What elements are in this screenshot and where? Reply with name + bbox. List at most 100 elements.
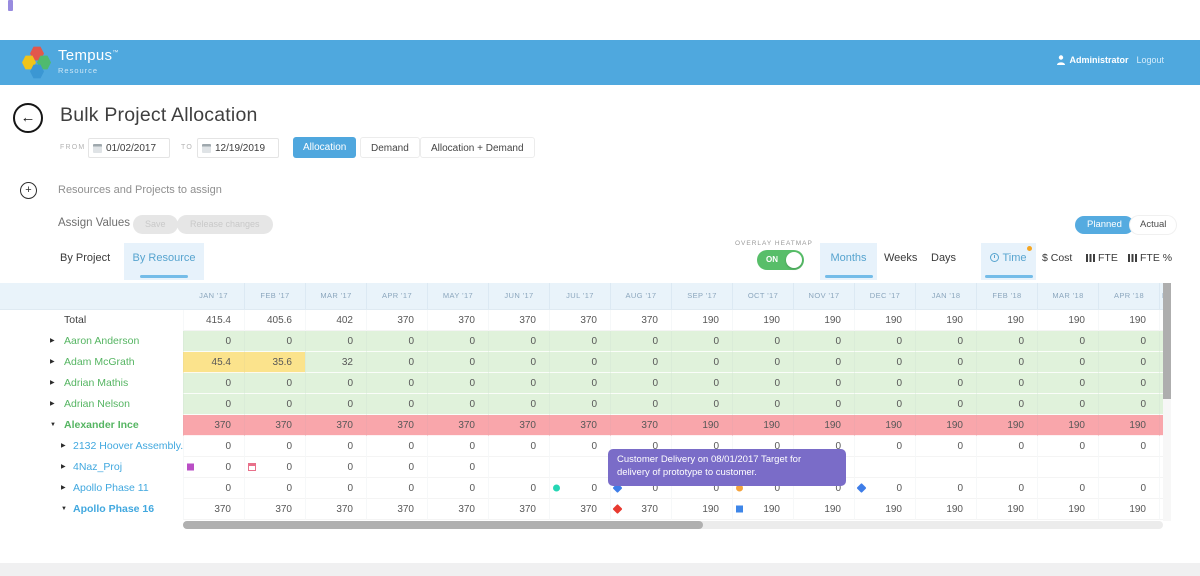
grid-cell[interactable]: 0 [1098,373,1159,394]
expand-arrow-icon[interactable]: ▶ [61,436,66,457]
release-changes-button[interactable]: Release changes [177,215,273,234]
grid-cell[interactable]: 0 [305,478,366,499]
vertical-scrollbar-thumb[interactable] [1163,283,1171,399]
grid-cell[interactable]: 0 [1037,373,1098,394]
grid-cell[interactable]: 0 [244,436,305,457]
grid-cell[interactable]: 0 [976,373,1037,394]
milestone-square-icon[interactable] [187,463,194,471]
planned-toggle[interactable]: Planned [1075,216,1134,234]
grid-cell[interactable]: 0 [610,331,671,352]
heatmap-toggle[interactable]: ON [757,250,804,270]
vertical-scrollbar[interactable] [1163,283,1171,521]
grid-cell[interactable]: 190 [854,415,915,436]
milestone-diamond-icon[interactable] [612,504,623,514]
grid-cell[interactable]: 0 [854,478,915,499]
to-date-field[interactable] [197,138,279,158]
expand-arrow-icon[interactable]: ▶ [61,478,66,499]
grid-cell[interactable]: 190 [854,310,915,331]
grid-cell[interactable]: 0 [427,478,488,499]
grid-cell[interactable]: 35.6 [244,352,305,373]
grid-cell[interactable]: 0 [366,436,427,457]
grid-cell[interactable]: 0 [854,436,915,457]
grid-cell[interactable]: 370 [183,415,244,436]
grid-cell[interactable]: 0 [976,331,1037,352]
grid-cell[interactable]: 0 [366,373,427,394]
grid-cell[interactable]: 0 [244,331,305,352]
expand-arrow-icon[interactable]: ▶ [50,352,55,373]
grid-cell[interactable]: 0 [427,457,488,478]
grid-cell[interactable]: 0 [915,478,976,499]
grid-cell[interactable]: 0 [366,478,427,499]
grid-cell[interactable]: 370 [244,415,305,436]
grid-cell[interactable]: 370 [427,415,488,436]
grid-cell[interactable]: 370 [610,499,671,520]
grid-cell[interactable]: 190 [671,415,732,436]
grid-cell[interactable]: 32 [305,352,366,373]
grid-cell[interactable]: 0 [976,436,1037,457]
grid-cell[interactable]: 0 [427,394,488,415]
grid-cell[interactable]: 0 [366,394,427,415]
grid-cell[interactable]: 0 [1037,352,1098,373]
grid-cell[interactable]: 190 [976,415,1037,436]
grid-cell[interactable]: 0 [549,394,610,415]
grid-cell[interactable]: 0 [732,331,793,352]
expand-arrow-icon[interactable]: ▶ [50,373,55,394]
grid-cell[interactable]: 0 [732,373,793,394]
milestone-calendar-icon[interactable] [248,463,256,471]
tab-months[interactable]: Months [820,243,877,280]
grid-cell[interactable]: 190 [732,499,793,520]
grid-cell[interactable]: 190 [732,310,793,331]
calendar-icon[interactable] [202,143,211,153]
grid-cell[interactable]: 0 [976,478,1037,499]
grid-cell[interactable]: 190 [854,499,915,520]
grid-cell[interactable]: 0 [610,394,671,415]
grid-cell[interactable]: 0 [1037,478,1098,499]
calendar-icon[interactable] [93,143,102,153]
tab-cost[interactable]: $ Cost [1042,252,1072,264]
grid-cell[interactable]: 370 [610,310,671,331]
row-label[interactable]: ▼ Apollo Phase 16 [0,499,183,520]
grid-cell[interactable]: 0 [793,394,854,415]
tab-fte-percent[interactable]: FTE % [1128,252,1172,264]
grid-cell[interactable]: 0 [305,457,366,478]
mode-demand-button[interactable]: Demand [360,137,420,158]
save-button[interactable]: Save [133,215,178,234]
grid-cell[interactable]: 0 [183,394,244,415]
row-label[interactable]: Total [0,310,183,331]
expand-resources-button[interactable]: + [20,182,37,199]
tab-by-resource[interactable]: By Resource [124,243,204,280]
grid-cell[interactable]: 0 [1037,394,1098,415]
row-label[interactable]: ▶ 4Naz_Proj [0,457,183,478]
grid-cell[interactable]: 0 [244,478,305,499]
row-label[interactable]: ▶ Apollo Phase 11 [0,478,183,499]
grid-cell[interactable]: 370 [427,310,488,331]
grid-cell[interactable]: 370 [366,310,427,331]
grid-cell[interactable]: 370 [488,310,549,331]
grid-cell[interactable]: 0 [427,331,488,352]
grid-cell[interactable]: 0 [732,352,793,373]
grid-cell[interactable]: 0 [488,331,549,352]
grid-cell[interactable]: 370 [488,499,549,520]
grid-cell[interactable]: 190 [1098,310,1159,331]
grid-cell[interactable]: 0 [366,457,427,478]
grid-cell[interactable]: 0 [915,373,976,394]
grid-cell[interactable] [976,457,1037,478]
mode-allocation-button[interactable]: Allocation [293,137,357,158]
grid-cell[interactable]: 0 [1098,331,1159,352]
grid-cell[interactable]: 190 [671,499,732,520]
grid-cell[interactable]: 0 [793,373,854,394]
expand-arrow-icon[interactable]: ▶ [50,331,55,352]
grid-cell[interactable]: 190 [976,310,1037,331]
from-date-input[interactable] [106,142,170,154]
grid-cell[interactable]: 190 [793,499,854,520]
grid-cell[interactable]: 0 [244,373,305,394]
expand-arrow-icon[interactable]: ▶ [61,457,66,478]
grid-cell[interactable]: 0 [183,331,244,352]
tab-by-project[interactable]: By Project [60,252,110,264]
logout-link[interactable]: Logout [1136,55,1164,65]
horizontal-scrollbar-thumb[interactable] [183,521,703,529]
grid-cell[interactable]: 0 [549,436,610,457]
grid-cell[interactable]: 0 [427,436,488,457]
grid-cell[interactable]: 405.6 [244,310,305,331]
grid-cell[interactable]: 0 [244,394,305,415]
